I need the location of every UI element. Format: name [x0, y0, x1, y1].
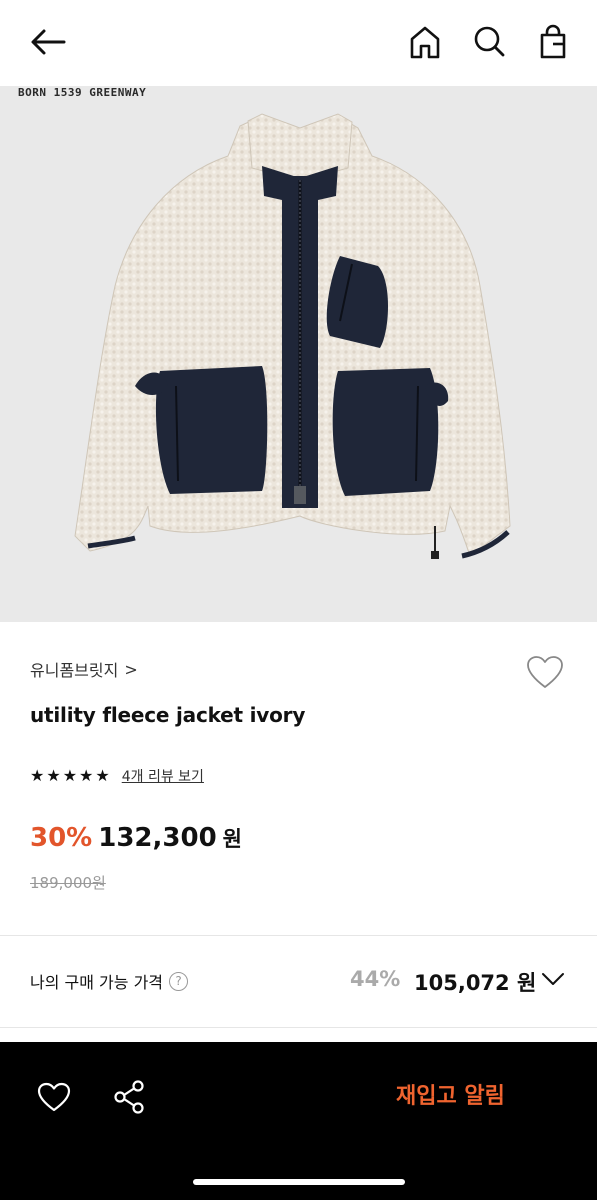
heart-outline-icon [37, 1082, 71, 1112]
rating-row: ★ ★ ★ ★ ★ 4개 리뷰 보기 [30, 766, 204, 786]
share-button[interactable] [105, 1075, 153, 1119]
home-icon [410, 26, 440, 59]
shopping-bag-icon [540, 24, 566, 59]
home-button[interactable] [403, 20, 447, 64]
star-icon: ★ [79, 766, 94, 785]
like-button[interactable] [30, 1075, 78, 1119]
sale-price: 132,300 [98, 823, 217, 853]
home-indicator[interactable] [193, 1179, 405, 1185]
chevron-down-icon [542, 973, 564, 985]
bottom-action-bar: 재입고 알림 [0, 1042, 597, 1200]
chevron-right-icon: > [124, 659, 138, 679]
discount-rate: 30% [30, 823, 93, 853]
help-icon[interactable]: ? [169, 971, 189, 991]
back-button[interactable] [26, 20, 70, 64]
my-price-value: 105,072 원 [414, 971, 537, 995]
restock-alert-button[interactable]: 재입고 알림 [396, 1078, 505, 1110]
search-icon [474, 26, 505, 57]
view-reviews-link[interactable]: 4개 리뷰 보기 [122, 766, 204, 786]
heart-outline-icon [527, 656, 563, 688]
price-row: 30% 132,300 원 [30, 823, 242, 853]
my-price-toggle[interactable]: 나의 구매 가능 가격 ? 44% 105,072 원 [0, 937, 597, 1027]
star-icon: ★ [30, 766, 45, 785]
my-price-label: 나의 구매 가능 가격 [30, 973, 164, 992]
section-divider [0, 935, 597, 936]
star-rating: ★ ★ ★ ★ ★ [30, 767, 110, 785]
fleece-jacket-illustration [74, 113, 511, 559]
brand-watermark: BORN 1539 GREENWAY [18, 86, 147, 99]
section-divider [0, 1027, 597, 1028]
arrow-left-icon [31, 29, 66, 55]
product-image[interactable]: BORN 1539 GREENWAY [0, 86, 597, 622]
top-nav-bar [0, 0, 597, 86]
wishlist-button[interactable] [522, 650, 568, 694]
my-price-label-group: 나의 구매 가능 가격 ? [30, 969, 189, 993]
brand-link[interactable]: 유니폼브릿지 > [30, 657, 138, 681]
brand-name: 유니폼브릿지 [30, 661, 119, 680]
search-button[interactable] [467, 20, 511, 64]
product-title: utility fleece jacket ivory [30, 703, 306, 727]
share-icon [114, 1080, 144, 1114]
star-icon: ★ [46, 766, 61, 785]
original-price: 189,000원 [30, 874, 106, 892]
price-currency: 원 [222, 827, 242, 851]
star-icon: ★ [95, 766, 110, 785]
star-icon: ★ [62, 766, 78, 785]
my-discount-rate: 44% [350, 967, 401, 991]
cart-button[interactable] [531, 20, 575, 64]
